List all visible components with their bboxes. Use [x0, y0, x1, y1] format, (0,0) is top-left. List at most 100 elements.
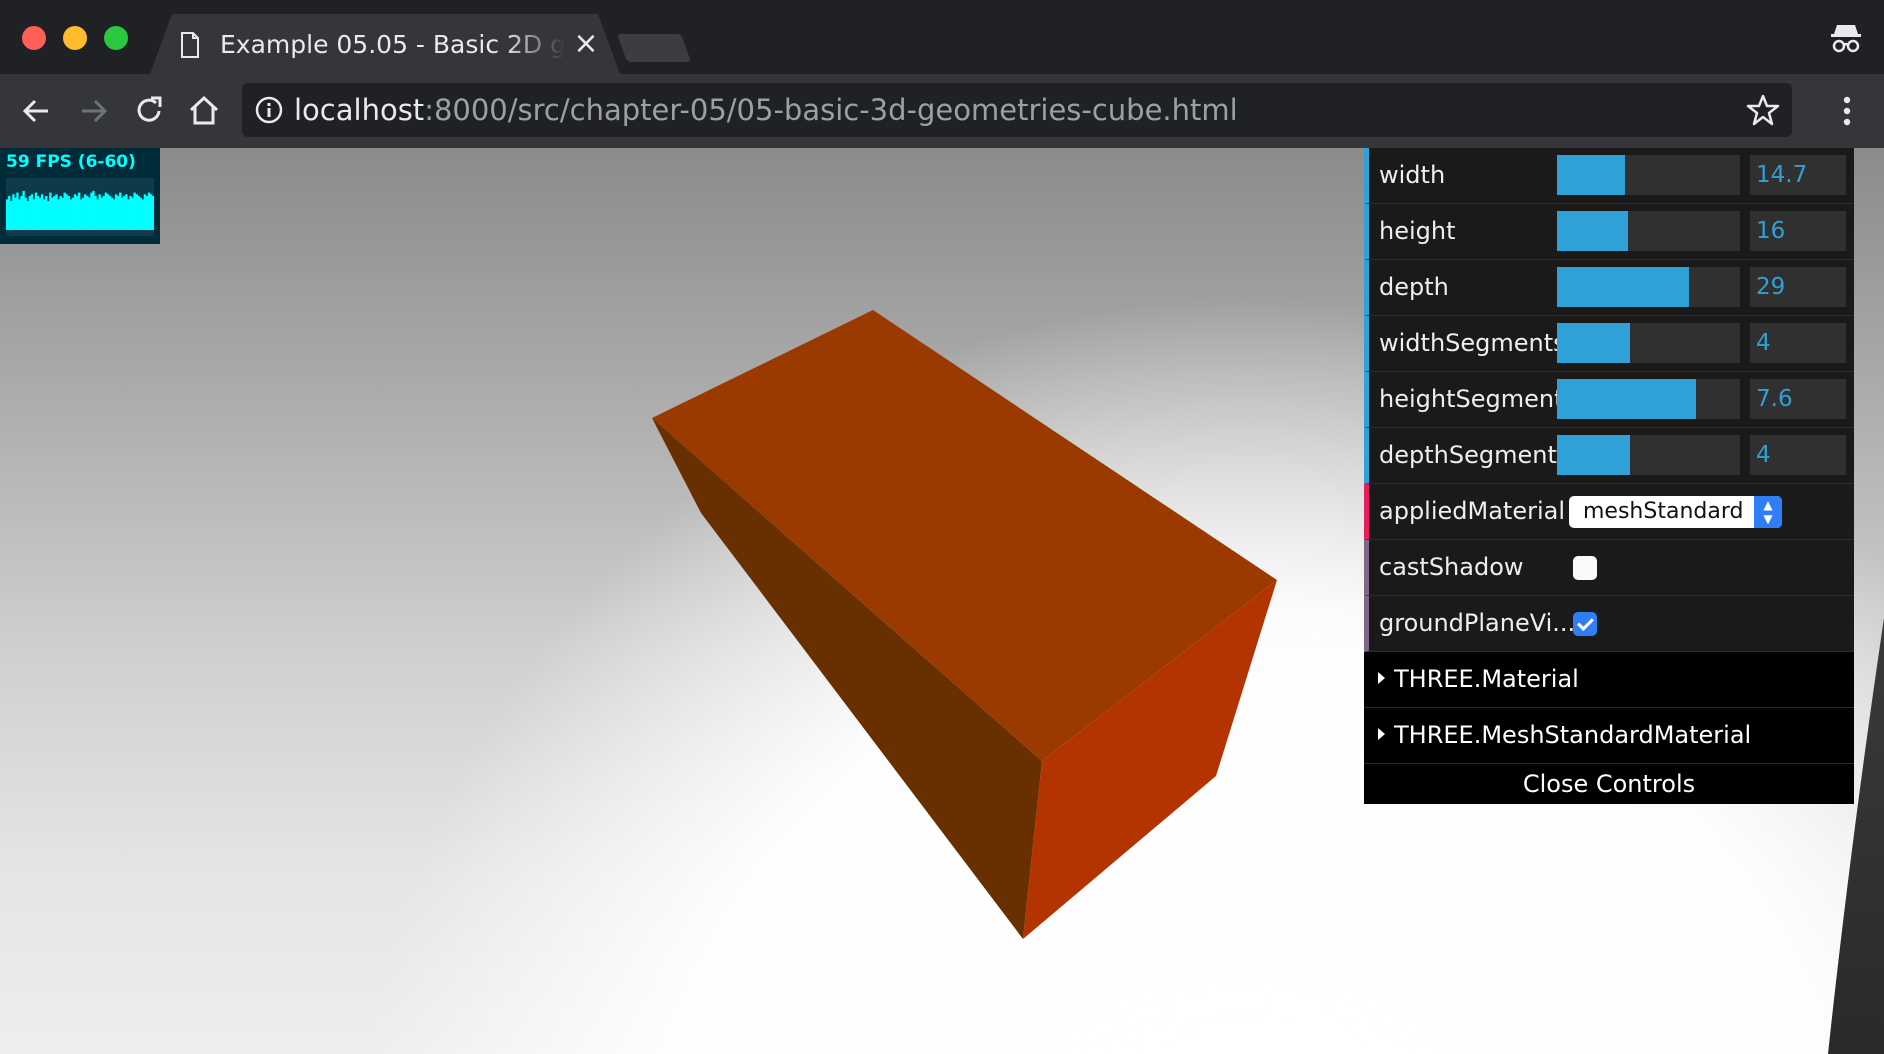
controller-row-height: height 16 — [1364, 204, 1854, 260]
forward-icon[interactable] — [74, 92, 112, 130]
fps-bar — [26, 201, 29, 230]
more-menu-icon[interactable] — [1830, 92, 1864, 130]
controller-label: depthSegments — [1379, 441, 1570, 469]
controller-slider[interactable] — [1557, 323, 1740, 363]
controller-number-input[interactable]: 29 — [1750, 267, 1846, 307]
fps-bar — [127, 199, 130, 230]
ground-plane-checkbox[interactable] — [1573, 612, 1597, 636]
fps-bar — [63, 192, 66, 230]
controller-label: heightSegments — [1379, 385, 1577, 413]
controller-row-width: width 14.7 — [1364, 148, 1854, 204]
window-minimize-button[interactable] — [63, 26, 87, 50]
fps-bar — [92, 190, 95, 230]
info-icon[interactable] — [254, 95, 284, 125]
cast-shadow-row: castShadow — [1364, 540, 1854, 596]
close-controls-button[interactable]: Close Controls — [1364, 764, 1854, 804]
controller-row-depthSegments: depthSegments 4 — [1364, 428, 1854, 484]
fps-stats-panel[interactable]: 59 FPS (6-60) — [0, 148, 160, 244]
fps-bar — [34, 192, 38, 230]
page-icon — [181, 32, 199, 58]
applied-material-value: meshStandard — [1583, 499, 1744, 524]
fps-bar — [24, 197, 27, 230]
controller-row-heightSegments: heightSegments 7.6 — [1364, 372, 1854, 428]
controller-row-depth: depth 29 — [1364, 260, 1854, 316]
fps-bar — [67, 196, 71, 230]
fps-graph-bars — [6, 190, 155, 230]
folder-mesh-standard-material[interactable]: THREE.MeshStandardMaterial — [1364, 708, 1854, 764]
new-tab-button[interactable] — [616, 34, 692, 62]
folder-collapsed-icon — [1378, 728, 1385, 740]
controller-slider[interactable] — [1557, 379, 1740, 419]
controller-number-input[interactable]: 7.6 — [1750, 379, 1846, 419]
fps-bar — [49, 192, 52, 230]
controller-slider[interactable] — [1557, 211, 1740, 251]
fps-graph — [6, 178, 155, 236]
controller-slider[interactable] — [1557, 435, 1740, 475]
fps-bar — [149, 194, 153, 230]
fps-bar — [145, 196, 149, 230]
controller-slider[interactable] — [1557, 155, 1740, 195]
fps-bar — [129, 196, 132, 230]
fps-bar — [38, 197, 42, 230]
ground-plane-row: groundPlaneVi... — [1364, 596, 1854, 652]
folder-three-material[interactable]: THREE.Material — [1364, 652, 1854, 708]
controller-row-widthSegments: widthSegments 4 — [1364, 316, 1854, 372]
fps-bar — [137, 196, 140, 230]
fps-bar — [40, 194, 44, 230]
controller-number-input[interactable]: 16 — [1750, 211, 1846, 251]
fps-bar — [59, 196, 62, 230]
dat-gui-panel: width 14.7 height 16 depth 29 widthSegments 4 he… — [1364, 148, 1854, 804]
fps-bar — [43, 199, 46, 230]
fps-bar — [84, 194, 87, 230]
cast-shadow-checkbox[interactable] — [1573, 556, 1597, 580]
fps-bar — [114, 194, 118, 230]
bookmark-star-icon[interactable] — [1746, 93, 1780, 127]
fps-bar — [125, 194, 128, 230]
fps-bar — [102, 196, 105, 230]
controller-label: widthSegments — [1379, 329, 1566, 357]
window-close-button[interactable] — [22, 26, 46, 50]
applied-material-label: appliedMaterial — [1379, 497, 1566, 525]
url-text[interactable]: localhost:8000/src/chapter-05/05-basic-3… — [294, 83, 1238, 137]
slider-fill — [1557, 435, 1631, 475]
url-path: :8000/src/chapter-05/05-basic-3d-geometr… — [424, 93, 1238, 127]
fps-bar — [77, 192, 81, 230]
fps-bar — [8, 196, 11, 230]
fps-bar — [6, 199, 9, 230]
window-maximize-button[interactable] — [104, 26, 128, 50]
incognito-icon[interactable] — [1828, 20, 1864, 56]
browser-toolbar: localhost:8000/src/chapter-05/05-basic-3… — [0, 74, 1884, 149]
home-icon[interactable] — [185, 92, 223, 130]
slider-fill — [1557, 379, 1697, 419]
back-icon[interactable] — [18, 92, 56, 130]
cast-shadow-label: castShadow — [1379, 553, 1524, 581]
fps-bar — [57, 199, 60, 230]
fps-bar — [18, 199, 21, 230]
applied-material-select[interactable]: meshStandard ▲ ▼ — [1569, 496, 1782, 528]
fps-bar — [143, 194, 147, 230]
controller-number-input[interactable]: 4 — [1750, 435, 1846, 475]
fps-bar — [82, 197, 85, 230]
tab-strip: Example 05.05 - Basic 2D geometries × — [0, 0, 1884, 74]
address-bar[interactable]: localhost:8000/src/chapter-05/05-basic-3… — [242, 83, 1792, 137]
fps-bar — [108, 196, 112, 230]
reload-icon[interactable] — [130, 92, 168, 130]
controller-slider[interactable] — [1557, 267, 1740, 307]
folder-collapsed-icon — [1378, 672, 1385, 684]
applied-material-row: appliedMaterial meshStandard ▲ ▼ — [1364, 484, 1854, 540]
fps-bar — [147, 192, 151, 230]
slider-fill — [1557, 211, 1629, 251]
tab-close-icon[interactable]: × — [572, 29, 600, 59]
fps-bar — [123, 196, 126, 230]
controller-label: width — [1379, 161, 1446, 189]
fps-bar — [20, 196, 23, 230]
fps-bar — [47, 201, 50, 230]
controller-number-input[interactable]: 4 — [1750, 323, 1846, 363]
fps-bar — [117, 196, 120, 230]
fps-bar — [61, 197, 64, 230]
fps-bar — [30, 194, 34, 230]
fps-bar — [55, 194, 58, 230]
fps-bar — [86, 196, 89, 230]
fps-bar — [121, 197, 124, 230]
controller-number-input[interactable]: 14.7 — [1750, 155, 1846, 195]
